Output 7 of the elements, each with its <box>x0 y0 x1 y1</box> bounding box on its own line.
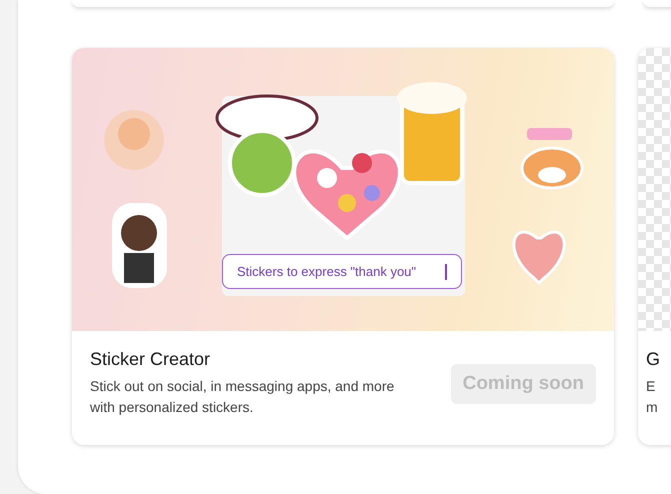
prompt-input-field[interactable]: Stickers to express "thank you" <box>222 254 462 289</box>
card-title: Sticker Creator <box>90 349 212 370</box>
card-description: Stick out on social, in messaging apps, and more with personalized stickers. <box>90 377 396 417</box>
card-description: E <box>646 377 656 396</box>
text-cursor <box>445 264 447 280</box>
card-title: G <box>646 349 662 370</box>
card-description: m <box>646 398 659 417</box>
